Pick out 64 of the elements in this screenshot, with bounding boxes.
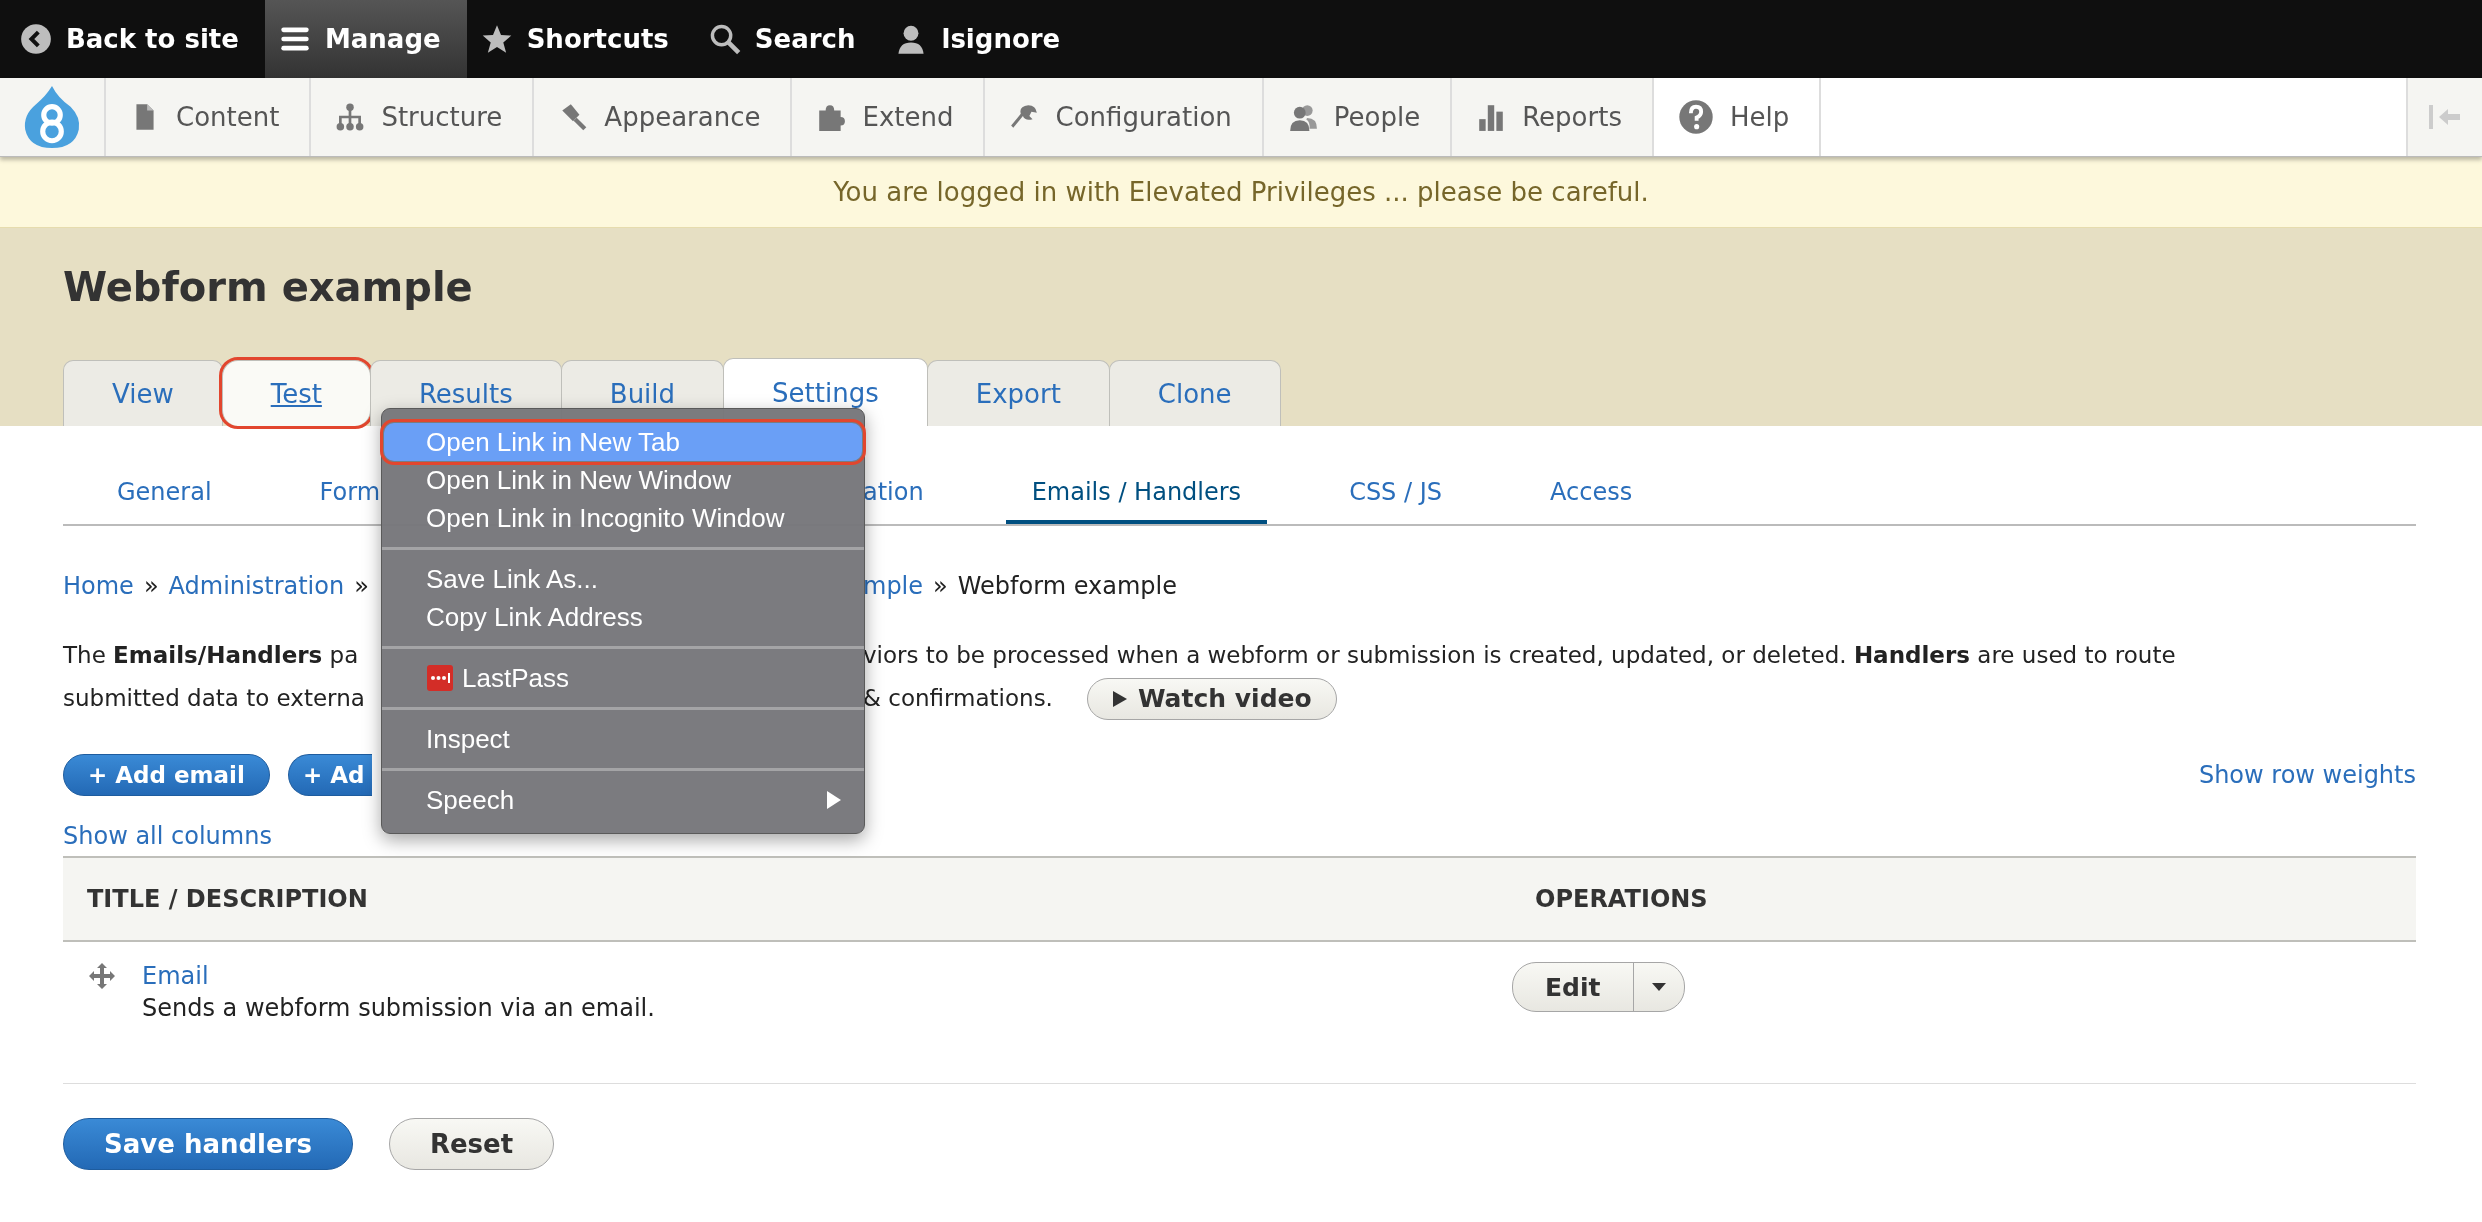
column-header: OPERATIONS — [1511, 857, 2416, 941]
description-text: The Emails/Handlers pa — [63, 641, 359, 670]
tray-item[interactable]: Extend — [792, 78, 986, 156]
page-title: Webform example — [63, 264, 474, 310]
edit-button[interactable]: Edit — [1513, 963, 1634, 1011]
submenu-arrow-icon — [826, 790, 842, 810]
dots-app-icon — [426, 664, 454, 692]
tray-item[interactable]: Structure — [311, 78, 535, 156]
description-text: submitted data to externa — [63, 684, 365, 713]
column-header: TITLE / DESCRIPTION — [63, 857, 1511, 941]
show-all-columns-link[interactable]: Show all columns — [63, 822, 2416, 850]
menu-item[interactable]: Copy Link Address — [384, 598, 862, 636]
menu-item[interactable]: Save Link As... — [384, 560, 862, 598]
sub-tab[interactable]: CSS / JS — [1323, 464, 1468, 524]
breadcrumb-separator: » — [354, 572, 369, 600]
breadcrumb-separator: » — [143, 572, 159, 600]
tray-item[interactable]: Reports — [1452, 78, 1654, 156]
breadcrumb-separator: » — [933, 572, 948, 600]
menu-item[interactable]: LastPass — [384, 659, 862, 697]
menu-item[interactable]: Inspect — [384, 720, 862, 758]
sub-tab[interactable]: General — [91, 464, 238, 524]
warning-message: You are logged in with Elevated Privileges ... please be careful. — [0, 157, 2482, 228]
menu-item[interactable]: Speech — [384, 781, 862, 819]
breadcrumb-link[interactable]: mple — [863, 572, 924, 600]
help-icon — [1677, 99, 1714, 135]
sub-tab[interactable]: ation — [863, 464, 950, 524]
toolbar-item[interactable]: Search — [694, 0, 882, 78]
drag-handle-icon[interactable] — [88, 962, 116, 990]
add-button[interactable]: + Add email — [63, 754, 270, 796]
breadcrumb-link[interactable]: Home — [63, 572, 134, 600]
caret-icon — [1650, 982, 1667, 992]
toolbar-item[interactable]: Back to site — [6, 0, 265, 78]
sub-tab[interactable]: Emails / Handlers — [1005, 464, 1268, 524]
hierarchy-icon — [335, 102, 366, 132]
tray-item[interactable]: Configuration — [985, 78, 1264, 156]
people-icon — [1287, 102, 1318, 132]
collapse-icon — [2427, 102, 2463, 132]
play-icon — [1111, 689, 1128, 708]
reset-button[interactable]: Reset — [388, 1118, 555, 1170]
tab[interactable]: View — [63, 360, 223, 426]
tray-item[interactable]: People — [1263, 78, 1453, 156]
back-icon — [20, 23, 52, 55]
tab[interactable]: Test — [221, 360, 371, 426]
breadcrumb-current: Webform example — [957, 572, 1177, 600]
description-text: & confirmations. — [863, 684, 1053, 713]
toolbar-item[interactable]: lsignore — [881, 0, 1087, 78]
handler-title-link[interactable]: Email — [142, 962, 209, 990]
sub-tab[interactable]: Access — [1524, 464, 1659, 524]
tray-item[interactable]: Appearance — [534, 78, 793, 156]
show-row-weights-link[interactable]: Show row weights — [2198, 761, 2416, 789]
puzzle-icon — [816, 102, 847, 132]
save-button[interactable]: Save handlers — [63, 1118, 353, 1170]
toolbar-item[interactable]: Manage — [264, 0, 467, 78]
handler-description: Sends a webform submission via an email. — [142, 994, 655, 1022]
tab[interactable]: Export — [926, 360, 1110, 426]
watch-video-button[interactable]: Watch video — [1086, 677, 1337, 720]
breadcrumb-link[interactable]: Administration — [168, 572, 345, 600]
description-text: viors to be processed when a webform or submission is created, updated, or deleted. Handlers are used to route — [863, 641, 2176, 670]
search-icon — [708, 23, 741, 55]
tray-item[interactable]: Content — [106, 78, 312, 156]
toolbar-item[interactable]: Shortcuts — [466, 0, 695, 78]
add-button[interactable]: + Ad — [287, 754, 373, 796]
tray-item[interactable]: Help — [1653, 78, 1822, 156]
tab[interactable]: Clone — [1108, 360, 1281, 426]
